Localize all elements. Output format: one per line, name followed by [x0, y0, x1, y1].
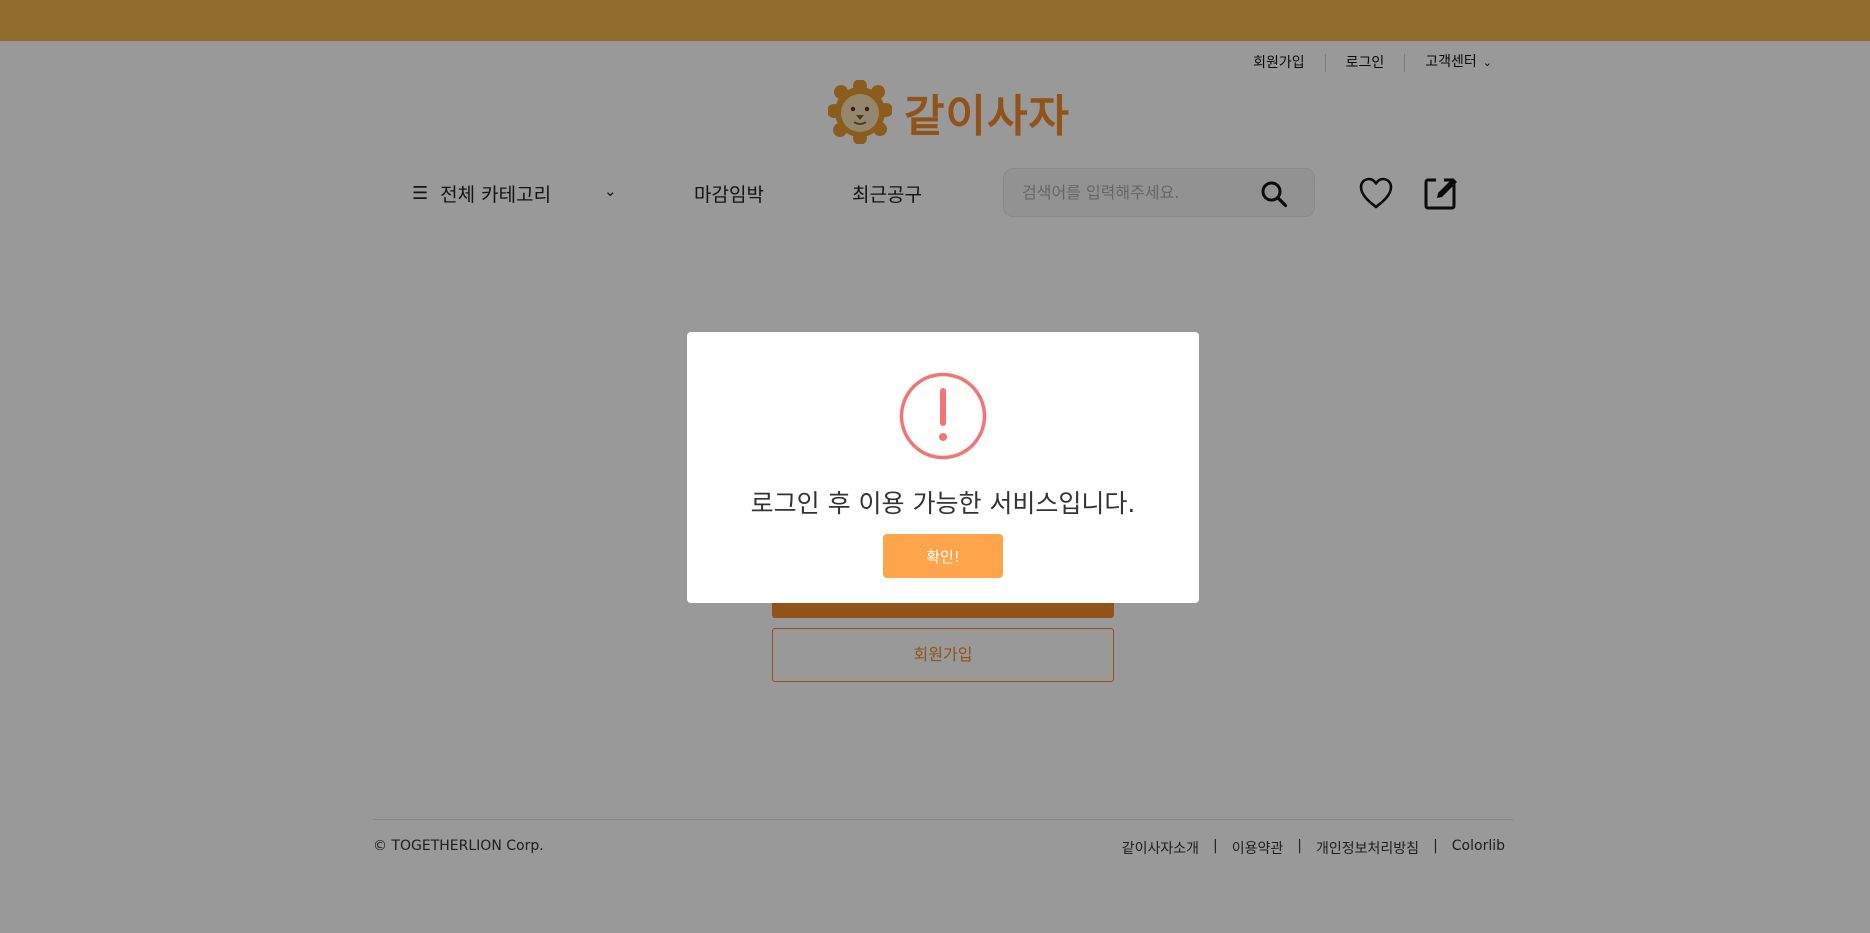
- modal-message: 로그인 후 이용 가능한 서비스입니다.: [750, 489, 1136, 518]
- confirm-button[interactable]: 확인!: [883, 534, 1003, 578]
- alert-modal: 로그인 후 이용 가능한 서비스입니다. 확인!: [687, 332, 1199, 603]
- warning-icon: [899, 372, 987, 460]
